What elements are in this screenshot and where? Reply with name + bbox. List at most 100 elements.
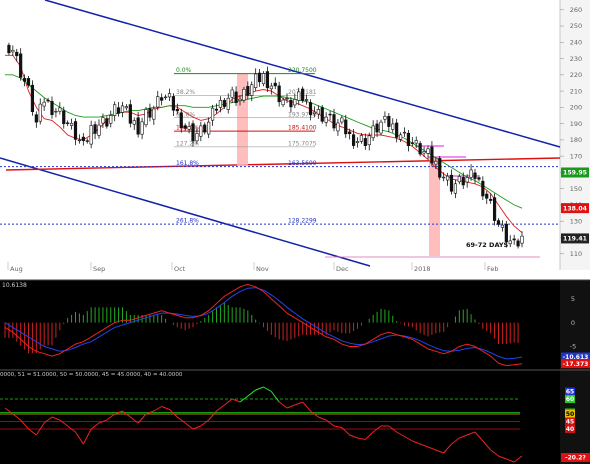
price-axis-label: 230	[570, 55, 582, 63]
fib-level-percent: 261.8%	[176, 218, 199, 225]
candle-body	[234, 91, 238, 103]
candle-body	[230, 89, 234, 98]
candle-body	[218, 100, 223, 108]
candle-body	[285, 97, 289, 100]
rsi-legend-text: 0000, 51 = 51.0000, 50 = 50.0000, 45 = 4…	[0, 372, 183, 378]
candle-body	[116, 107, 121, 114]
candle-body	[246, 86, 250, 96]
candle-body	[398, 134, 403, 140]
candle-body	[504, 223, 508, 243]
candle-body	[281, 99, 285, 106]
candle-body	[191, 123, 195, 142]
candle-body	[481, 180, 485, 197]
candle-body	[120, 105, 125, 113]
candle-body	[93, 124, 97, 134]
candle-body	[242, 88, 246, 101]
candle-body	[238, 98, 242, 101]
date-axis-label: Oct	[174, 265, 186, 273]
price-axis-label: 260	[570, 6, 582, 14]
price-axis-label: 250	[570, 22, 582, 30]
candle-body	[132, 120, 136, 125]
candle-body	[371, 125, 375, 139]
candle-body	[426, 148, 430, 154]
candle-body	[406, 132, 411, 147]
price-tag-value: 119.41	[563, 236, 587, 243]
candle-body	[297, 91, 301, 101]
candle-body	[69, 123, 74, 126]
candle-body	[430, 146, 434, 164]
candle-body	[101, 117, 105, 124]
candle-body	[301, 88, 305, 101]
candle-body	[520, 235, 524, 244]
candle-body	[500, 224, 505, 228]
fib-level-price: 193.9750	[288, 111, 317, 118]
candle-body	[489, 198, 493, 201]
candle-body	[195, 133, 199, 142]
rsi-current-value: -20.2?	[565, 455, 586, 462]
candle-body	[469, 169, 473, 178]
candle-body	[50, 101, 54, 115]
candle-body	[422, 151, 426, 154]
price-panel-bg	[0, 0, 560, 270]
candle-body	[418, 143, 422, 155]
candle-body	[289, 99, 293, 108]
candle-body	[152, 108, 156, 120]
fib-level-percent: 0.0%	[176, 67, 192, 74]
candle-body	[438, 158, 442, 178]
candle-body	[344, 119, 348, 135]
candle-body	[156, 96, 160, 108]
candle-body	[226, 97, 230, 110]
candle-body	[144, 109, 148, 126]
candle-body	[265, 71, 270, 89]
candle-body	[383, 115, 387, 120]
candle-body	[293, 99, 297, 106]
candle-body	[477, 177, 481, 180]
rsi-level-value: 60	[566, 396, 574, 403]
rsi-panel-bg	[0, 370, 560, 464]
candle-body	[250, 84, 254, 96]
date-axis-label: Aug	[10, 265, 23, 273]
candle-body	[391, 123, 395, 130]
candle-body	[140, 121, 144, 135]
price-axis-label: 180	[570, 136, 582, 144]
candle-body	[7, 44, 11, 54]
price-axis-label: 240	[570, 38, 582, 46]
fib-level-percent: 161.8%	[176, 160, 199, 167]
date-axis-label: Sep	[93, 265, 105, 273]
candle-body	[492, 197, 497, 221]
macd-axis-label: 5	[571, 295, 575, 303]
candle-body	[445, 175, 450, 181]
candle-body	[512, 238, 516, 241]
price-axis-label: 220	[570, 71, 582, 79]
candle-body	[148, 108, 152, 118]
candle-body	[38, 103, 42, 122]
macd-tag-value: -17.373	[563, 361, 589, 368]
candle-body	[304, 99, 309, 101]
macd-header: 10.6138	[2, 282, 27, 289]
candle-body	[179, 112, 183, 128]
price-axis-label: 130	[570, 217, 582, 225]
date-axis-label: Feb	[487, 265, 499, 273]
candle-body	[363, 138, 367, 147]
fib-level-price: 175.7075	[288, 140, 317, 147]
candle-body	[163, 96, 168, 99]
price-axis-label: 210	[570, 87, 582, 95]
candle-body	[15, 51, 19, 57]
fib-level-price: 128.2299	[288, 218, 317, 225]
candle-body	[124, 106, 129, 109]
candle-body	[453, 183, 458, 194]
candle-body	[30, 84, 35, 113]
candle-body	[312, 111, 317, 114]
candle-body	[97, 124, 101, 136]
candle-body	[136, 117, 140, 135]
candle-body	[402, 131, 407, 134]
candle-body	[277, 85, 281, 103]
candle-body	[465, 177, 469, 183]
price-axis-label: 170	[570, 152, 582, 160]
macd-axis-label: -5	[570, 343, 576, 351]
annotation-label: 69-72 DAYS	[466, 241, 509, 249]
fib-level-price: 220.7500	[288, 67, 317, 74]
candle-body	[109, 115, 113, 124]
fib-level-percent: 38.2%	[176, 89, 195, 96]
candle-body	[324, 116, 328, 123]
